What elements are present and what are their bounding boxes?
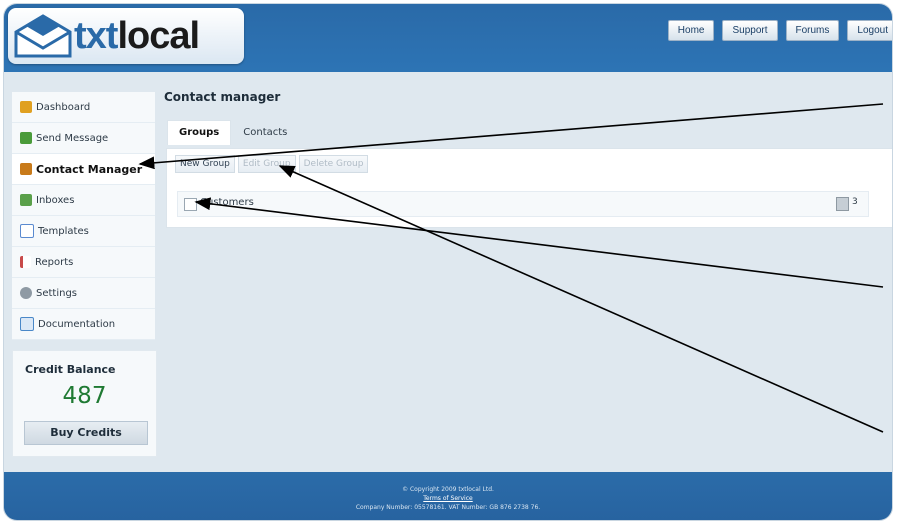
sidebar-item-label: Reports (35, 256, 74, 268)
edit-group-button[interactable]: Edit Group (237, 155, 296, 173)
report-icon (20, 256, 31, 268)
sidebar-item-settings[interactable]: Settings (12, 278, 155, 309)
header: txtlocal Home Support Forums Logout (4, 4, 892, 72)
sidebar-item-dashboard[interactable]: Dashboard (12, 92, 155, 123)
template-icon (20, 224, 34, 238)
sidebar-item-label: Send Message (36, 132, 109, 144)
credit-balance-title: Credit Balance (25, 363, 116, 376)
contacts-count-icon (836, 197, 849, 211)
inbox-icon (20, 194, 32, 206)
groups-panel: New Group Edit Group Delete Group Custom… (166, 148, 892, 228)
group-name: Customers (200, 197, 254, 208)
group-contact-count: 3 (852, 197, 858, 207)
sidebar-item-label: Inboxes (36, 194, 75, 206)
top-nav: Home Support Forums Logout (667, 20, 892, 41)
footer-company-info: Company Number: 05578161. VAT Number: GB… (355, 504, 541, 511)
terms-of-service-link[interactable]: Terms of Service (4, 494, 892, 503)
footer-text: © Copyright 2009 txtlocal Ltd. Terms of … (4, 485, 892, 512)
nav-logout-button[interactable]: Logout (847, 20, 892, 41)
tab-contacts[interactable]: Contacts (231, 120, 299, 145)
groups-toolbar: New Group Edit Group Delete Group (175, 155, 369, 173)
table-row[interactable]: Customers 3 (177, 191, 869, 217)
sidebar-item-inboxes[interactable]: Inboxes (12, 185, 155, 216)
footer-copyright: © Copyright 2009 txtlocal Ltd. (402, 486, 494, 493)
contacts-icon (20, 163, 32, 175)
house-icon (20, 101, 32, 113)
sidebar-item-label: Contact Manager (36, 162, 143, 176)
txtlocal-logo[interactable]: txtlocal (8, 8, 244, 64)
credit-balance-value: 487 (62, 383, 107, 409)
sidebar-item-label: Settings (36, 287, 78, 299)
new-group-button[interactable]: New Group (175, 155, 235, 173)
sidebar-item-contact-manager[interactable]: Contact Manager (12, 154, 155, 185)
sidebar-item-send-message[interactable]: Send Message (12, 123, 155, 154)
group-checkbox[interactable] (184, 198, 197, 211)
sidebar-item-label: Documentation (38, 318, 116, 330)
message-icon (20, 132, 32, 144)
logo-wordmark: txtlocal (74, 15, 200, 57)
wrench-icon (20, 287, 32, 299)
page-title: Contact manager (164, 90, 281, 104)
app-frame: txtlocal Home Support Forums Logout Dash… (3, 3, 893, 521)
envelope-logo-icon (14, 14, 72, 58)
sidebar-item-documentation[interactable]: Documentation (12, 309, 155, 340)
nav-forums-button[interactable]: Forums (785, 20, 840, 41)
nav-home-button[interactable]: Home (667, 20, 715, 41)
document-icon (20, 317, 34, 331)
tab-groups[interactable]: Groups (167, 120, 232, 145)
footer: © Copyright 2009 txtlocal Ltd. Terms of … (4, 472, 892, 520)
sidebar-item-label: Templates (38, 225, 89, 237)
delete-group-button[interactable]: Delete Group (298, 155, 369, 173)
sidebar: Dashboard Send Message Contact Manager I… (12, 92, 155, 340)
buy-credits-button[interactable]: Buy Credits (24, 421, 148, 445)
credit-balance-panel: Credit Balance 487 Buy Credits (12, 350, 157, 457)
nav-support-button[interactable]: Support (722, 20, 778, 41)
sidebar-item-templates[interactable]: Templates (12, 216, 155, 247)
tab-bar: Groups Contacts (167, 120, 299, 145)
main-content: Contact manager Groups Contacts New Grou… (162, 84, 892, 460)
sidebar-item-reports[interactable]: Reports (12, 247, 155, 278)
sidebar-item-label: Dashboard (36, 101, 91, 113)
